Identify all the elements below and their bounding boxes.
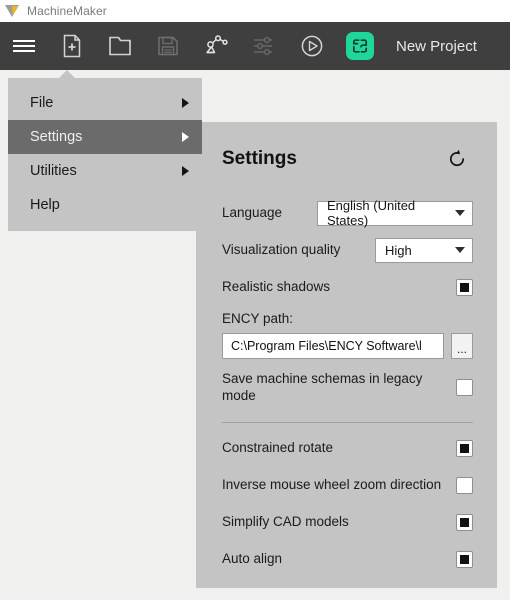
menu-item-label: Help [30, 197, 60, 213]
legacy-mode-checkbox[interactable] [456, 379, 473, 397]
chevron-down-icon [455, 210, 465, 216]
menu-caret-icon [58, 70, 76, 79]
menu-item-settings[interactable]: Settings [8, 120, 202, 154]
hamburger-icon [13, 39, 35, 53]
visualization-quality-label: Visualization quality [222, 241, 341, 257]
realistic-shadows-checkbox[interactable] [456, 278, 473, 296]
visualization-quality-value: High [385, 242, 412, 258]
realistic-shadows-row: Realistic shadows [222, 274, 473, 300]
chevron-right-icon [182, 132, 189, 142]
ency-path-row: C:\Program Files\ENCY Software\l ... [222, 333, 473, 359]
language-select-value: English (United States) [327, 198, 416, 228]
inverse-zoom-label: Inverse mouse wheel zoom direction [222, 477, 442, 493]
simplify-cad-label: Simplify CAD models [222, 514, 349, 530]
menu-button[interactable] [0, 22, 48, 70]
visualization-quality-row: Visualization quality High [222, 237, 473, 263]
open-folder-button[interactable] [96, 22, 144, 70]
new-file-button[interactable] [48, 22, 96, 70]
main-menu: File Settings Utilities Help [8, 78, 202, 231]
title-bar: MachineMaker [0, 0, 510, 22]
run-button[interactable] [288, 22, 336, 70]
robot-arm-icon [206, 35, 228, 54]
play-circle-icon [301, 35, 323, 57]
inverse-zoom-row: Inverse mouse wheel zoom direction [222, 473, 473, 499]
project-name: New Project [396, 37, 477, 55]
auto-align-checkbox[interactable] [456, 551, 473, 569]
open-folder-icon [109, 36, 131, 56]
application-window: MachineMaker New Project File Settings U… [0, 0, 510, 600]
chevron-right-icon [182, 166, 189, 176]
menu-item-label: File [30, 95, 54, 111]
constrained-rotate-checkbox[interactable] [456, 440, 473, 458]
language-label: Language [222, 204, 283, 220]
section-divider [222, 421, 473, 423]
language-row: Language English (United States) [222, 198, 473, 228]
visualization-quality-select[interactable]: High [375, 237, 473, 263]
ency-brand-button[interactable] [336, 22, 384, 70]
ency-path-input[interactable]: C:\Program Files\ENCY Software\l [222, 333, 444, 359]
simplify-cad-checkbox[interactable] [456, 514, 473, 532]
menu-item-label: Settings [30, 129, 83, 145]
settings-panel: Settings Language English (United States… [196, 122, 497, 588]
app-title: MachineMaker [27, 4, 107, 18]
inverse-zoom-checkbox[interactable] [456, 477, 473, 495]
realistic-shadows-label: Realistic shadows [222, 278, 331, 294]
menu-item-utilities[interactable]: Utilities [8, 154, 202, 188]
language-select[interactable]: English (United States) [317, 198, 473, 228]
reset-rotate-icon[interactable] [447, 149, 467, 169]
triangle-logo-icon [5, 5, 19, 17]
legacy-mode-row: Save machine schemas in legacy mode [222, 371, 473, 405]
menu-item-label: Utilities [30, 163, 77, 179]
ency-path-label: ENCY path: [222, 311, 294, 326]
legacy-mode-label: Save machine schemas in legacy mode [222, 371, 423, 403]
menu-item-help[interactable]: Help [8, 188, 202, 222]
chevron-right-icon [182, 98, 189, 108]
ency-logo-icon [346, 32, 374, 60]
page-title: Settings [222, 148, 297, 169]
new-document-icon [63, 34, 81, 58]
settings-sliders-button[interactable] [240, 22, 288, 70]
sliders-icon [254, 36, 272, 56]
main-toolbar: New Project [0, 22, 510, 70]
auto-align-row: Auto align [222, 547, 473, 573]
simplify-cad-row: Simplify CAD models [222, 510, 473, 536]
ency-path-browse-button[interactable]: ... [451, 333, 473, 359]
floppy-save-icon [158, 36, 178, 56]
auto-align-label: Auto align [222, 551, 283, 567]
robot-button[interactable] [192, 22, 240, 70]
constrained-rotate-label: Constrained rotate [222, 440, 334, 456]
settings-panel-header: Settings [222, 148, 473, 170]
save-button[interactable] [144, 22, 192, 70]
constrained-rotate-row: Constrained rotate [222, 436, 473, 462]
menu-item-file[interactable]: File [8, 86, 202, 120]
chevron-down-icon [455, 247, 465, 253]
